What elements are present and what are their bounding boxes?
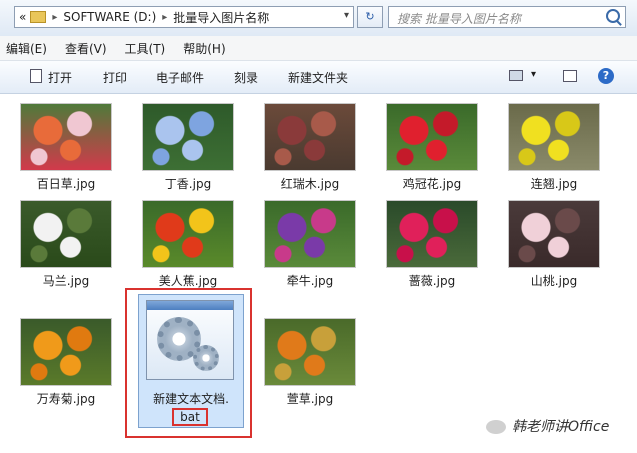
watermark-text: 韩老师讲Office (512, 419, 610, 435)
file-name: 蔷薇.jpg (408, 274, 456, 288)
image-thumbnail (20, 200, 112, 268)
file-item[interactable]: 百日草.jpg (10, 103, 122, 192)
file-name: 百日草.jpg (36, 177, 96, 191)
refresh-button[interactable]: ↻ (357, 6, 383, 28)
image-thumbnail (142, 200, 234, 268)
image-thumbnail (20, 318, 112, 386)
image-thumbnail (264, 103, 356, 171)
menu-view[interactable]: 查看(V) (65, 40, 107, 57)
image-thumbnail (508, 103, 600, 171)
burn-button[interactable]: 刻录 (234, 69, 258, 86)
back-history-icon[interactable]: « (19, 10, 26, 24)
file-name: 连翘.jpg (530, 177, 578, 191)
image-thumbnail (20, 103, 112, 171)
image-thumbnail (142, 103, 234, 171)
file-item[interactable]: 鸡冠花.jpg (376, 103, 488, 192)
file-item[interactable]: 万寿菊.jpg (10, 318, 122, 407)
file-item[interactable]: 蔷薇.jpg (376, 200, 488, 289)
view-options-icon[interactable] (509, 70, 523, 81)
file-name: 红瑞木.jpg (280, 177, 340, 191)
open-icon (30, 69, 42, 83)
file-name: 鸡冠花.jpg (402, 177, 462, 191)
menu-tools[interactable]: 工具(T) (125, 40, 166, 57)
email-button[interactable]: 电子邮件 (156, 69, 204, 86)
file-item[interactable]: 丁香.jpg (132, 103, 244, 192)
breadcrumb-separator-icon[interactable]: ▸ (162, 12, 167, 23)
preview-pane-icon[interactable] (563, 70, 577, 82)
search-input[interactable]: 搜索 批量导入图片名称 (397, 10, 521, 27)
file-item[interactable]: 马兰.jpg (10, 200, 122, 289)
image-thumbnail (386, 103, 478, 171)
view-dropdown-icon[interactable]: ▾ (531, 69, 536, 80)
breadcrumb-separator-icon[interactable]: ▸ (52, 12, 57, 23)
file-item[interactable]: 萱草.jpg (254, 318, 366, 407)
menu-help[interactable]: 帮助(H) (183, 40, 225, 57)
watermark: 韩老师讲Office (486, 416, 609, 436)
new-folder-button[interactable]: 新建文件夹 (288, 69, 348, 86)
file-item[interactable]: 连翘.jpg (498, 103, 610, 192)
image-thumbnail (264, 318, 356, 386)
file-name: 丁香.jpg (164, 177, 212, 191)
file-item[interactable]: 美人蕉.jpg (132, 200, 244, 289)
file-item[interactable]: 山桃.jpg (498, 200, 610, 289)
address-bar-area: « ▸ SOFTWARE (D:) ▸ 批量导入图片名称 ▾ ↻ 搜索 批量导入… (0, 0, 637, 36)
command-bar: 打开 打印 电子邮件 刻录 新建文件夹 ▾ ? (0, 61, 637, 94)
file-name: 美人蕉.jpg (158, 274, 218, 288)
file-item[interactable]: 红瑞木.jpg (254, 103, 366, 192)
image-thumbnail (386, 200, 478, 268)
highlight-box (125, 288, 252, 438)
folder-icon (30, 11, 47, 23)
search-icon[interactable] (606, 9, 620, 23)
file-name: 马兰.jpg (42, 274, 90, 288)
file-item[interactable]: 牵牛.jpg (254, 200, 366, 289)
address-bar[interactable]: « ▸ SOFTWARE (D:) ▸ 批量导入图片名称 ▾ (14, 6, 354, 28)
image-thumbnail (508, 200, 600, 268)
address-dropdown-icon[interactable]: ▾ (344, 10, 349, 21)
open-button[interactable]: 打开 (48, 69, 72, 86)
file-name: 山桃.jpg (530, 274, 578, 288)
help-icon[interactable]: ? (598, 68, 614, 84)
print-button[interactable]: 打印 (103, 69, 127, 86)
file-name: 萱草.jpg (286, 392, 334, 406)
wechat-icon (486, 420, 506, 434)
image-thumbnail (264, 200, 356, 268)
search-box[interactable]: 搜索 批量导入图片名称 (388, 6, 626, 28)
file-name: 牵牛.jpg (286, 274, 334, 288)
file-name: 万寿菊.jpg (36, 392, 96, 406)
menu-bar: 编辑(E) 查看(V) 工具(T) 帮助(H) (0, 36, 637, 61)
breadcrumb-drive[interactable]: SOFTWARE (D:) (63, 10, 156, 24)
menu-edit[interactable]: 编辑(E) (6, 40, 47, 57)
breadcrumb-folder[interactable]: 批量导入图片名称 (173, 9, 269, 26)
